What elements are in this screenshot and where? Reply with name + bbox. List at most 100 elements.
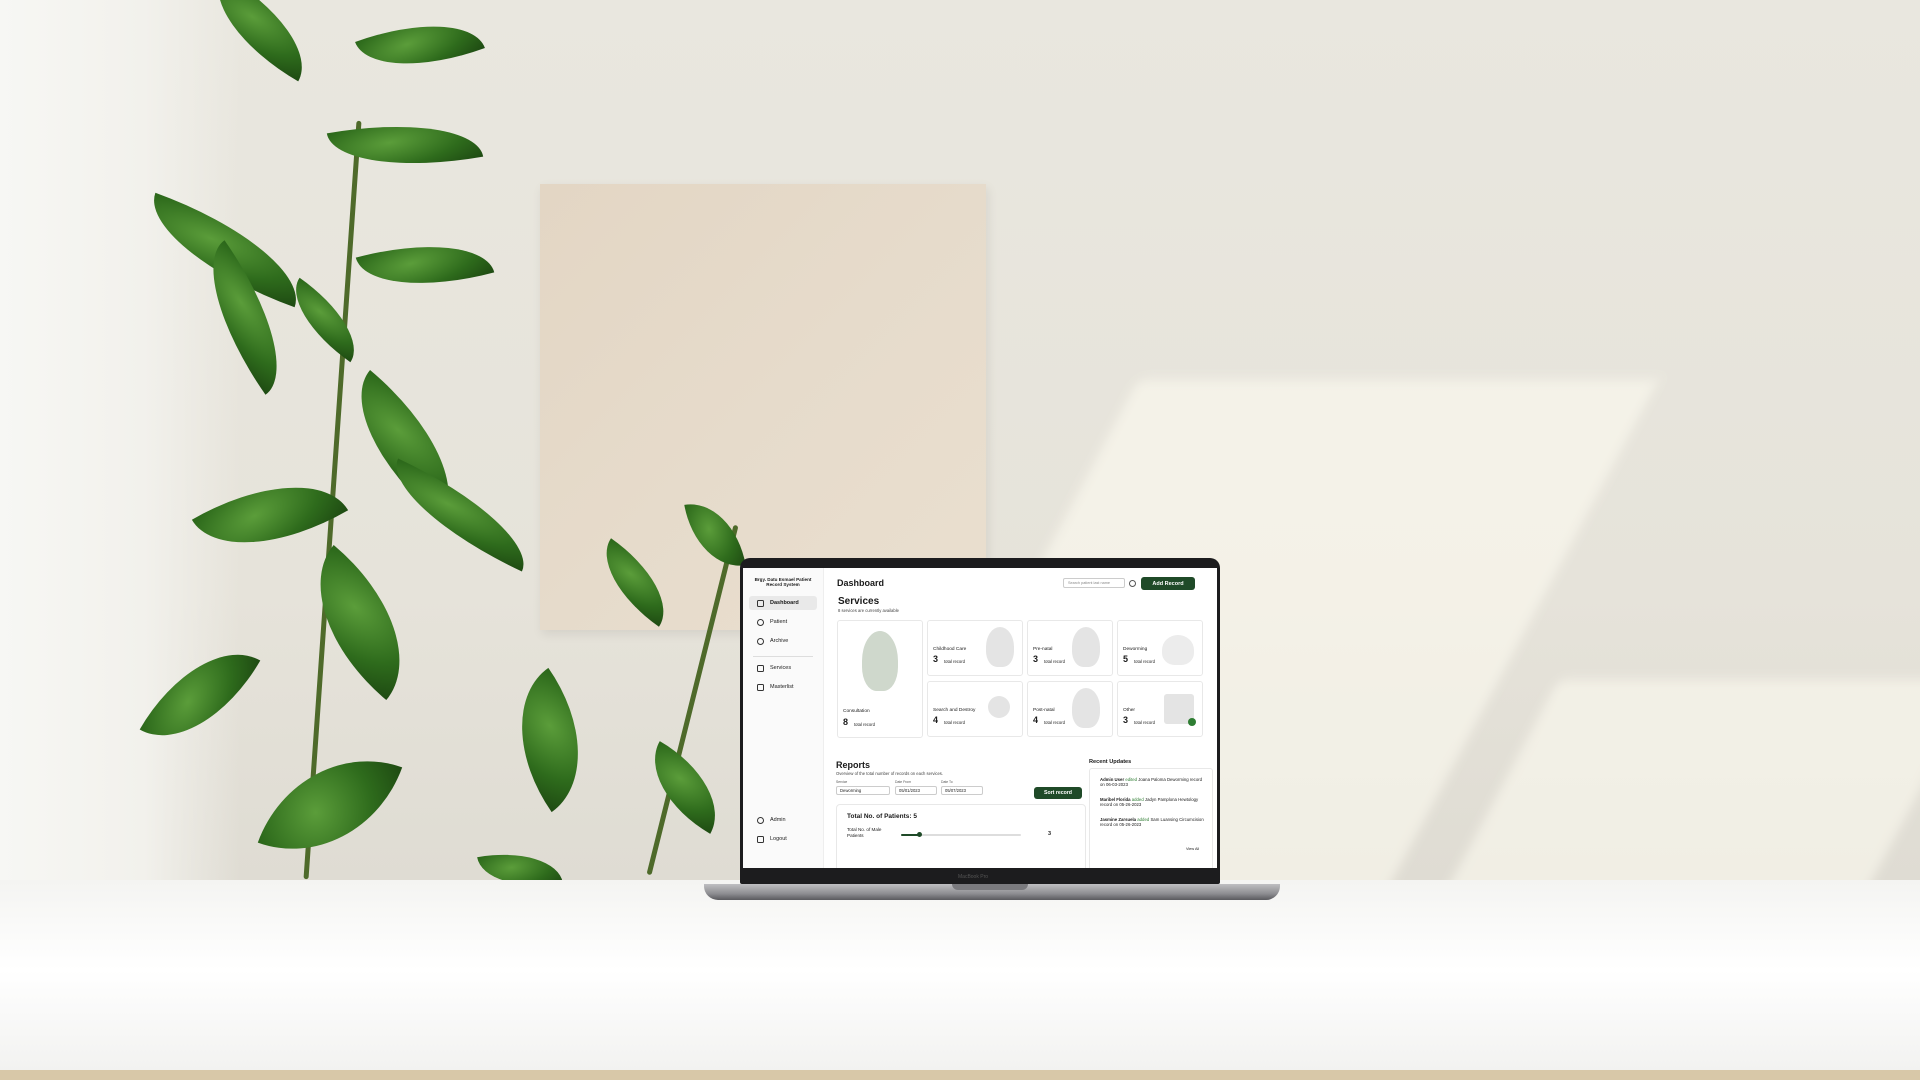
service-count: 3 bbox=[1123, 715, 1129, 725]
plus-icon[interactable] bbox=[1188, 718, 1196, 726]
record-suffix: total record bbox=[1044, 659, 1065, 664]
service-name: Consultation bbox=[843, 709, 870, 714]
total-patients-title: Total No. of Patients: 5 bbox=[847, 813, 917, 820]
service-count: 8 bbox=[843, 717, 849, 727]
sidebar-item-label: Dashboard bbox=[770, 600, 799, 606]
male-patients-value: 3 bbox=[1048, 831, 1052, 837]
sidebar-item-dashboard[interactable]: Dashboard bbox=[749, 596, 817, 610]
photo-scene: MacBook Pro Brgy. Datu Esmael Patient Re… bbox=[0, 0, 1920, 1080]
service-card-childhood-care[interactable]: Childhood Care 3 total record bbox=[927, 620, 1023, 676]
date-from-value: 05/01/2023 bbox=[899, 788, 920, 793]
service-name: Deworming bbox=[1123, 647, 1148, 652]
white-table bbox=[0, 880, 1920, 1080]
update-target: Sam Luansing bbox=[1150, 817, 1178, 822]
sidebar-item-label: Patient bbox=[770, 619, 788, 625]
sidebar-item-patient[interactable]: Patient bbox=[749, 615, 817, 629]
sidebar-item-admin[interactable]: Admin bbox=[749, 813, 817, 827]
service-filter-label: Service bbox=[836, 780, 848, 784]
pre-natal-illustration bbox=[1072, 627, 1100, 667]
service-name: Post-natal bbox=[1033, 708, 1055, 713]
curtain bbox=[0, 0, 240, 900]
home-icon bbox=[757, 599, 764, 607]
record-suffix: total record bbox=[1134, 720, 1155, 725]
grid-icon bbox=[757, 664, 764, 672]
sidebar-item-label: Admin bbox=[770, 817, 786, 823]
sidebar-item-label: Archive bbox=[770, 638, 789, 644]
record-suffix: total record bbox=[944, 720, 965, 725]
sidebar-divider bbox=[753, 656, 813, 657]
date-to-label: Date To bbox=[941, 780, 953, 784]
update-actor: Jasmine Zarsuela bbox=[1100, 817, 1137, 822]
update-actor: Admin User bbox=[1100, 777, 1125, 782]
recent-updates-panel: Admin User edited Joana Paloma Deworming… bbox=[1089, 768, 1213, 868]
service-select-value: Deworming bbox=[840, 788, 862, 793]
sidebar-item-services[interactable]: Services bbox=[749, 661, 817, 675]
male-patients-bar bbox=[901, 832, 1021, 837]
laptop-notch bbox=[952, 884, 1028, 890]
laptop-bezel-label: MacBook Pro bbox=[958, 874, 989, 880]
update-verb: edited bbox=[1125, 777, 1138, 782]
sidebar-item-logout[interactable]: Logout bbox=[749, 832, 817, 846]
update-verb: added bbox=[1137, 817, 1150, 822]
update-target: Jadyn Pamplona bbox=[1144, 797, 1177, 802]
services-title: Services bbox=[838, 596, 880, 607]
sidebar: Brgy. Datu Esmael Patient Record System … bbox=[743, 568, 824, 868]
sidebar-item-label: Masterlist bbox=[770, 684, 794, 690]
service-name: Search and Destroy bbox=[933, 708, 976, 713]
record-suffix: total record bbox=[1044, 720, 1065, 725]
list-item: Admin User edited Joana Paloma Deworming… bbox=[1100, 777, 1206, 788]
male-patients-label: Total No. of Male Patients bbox=[847, 827, 882, 838]
record-suffix: total record bbox=[854, 722, 875, 727]
service-name: Pre-natal bbox=[1033, 647, 1053, 652]
list-item: Maribel Florida added Jadyn Pamplona Hew… bbox=[1100, 797, 1206, 808]
update-target: Joana Paloma bbox=[1138, 777, 1166, 782]
reports-title: Reports bbox=[836, 760, 871, 770]
consultation-illustration bbox=[862, 631, 898, 691]
record-suffix: total record bbox=[1134, 659, 1155, 664]
date-from-field[interactable]: 05/01/2023 bbox=[895, 786, 937, 795]
service-name: Other bbox=[1123, 708, 1135, 713]
sidebar-item-label: Logout bbox=[770, 836, 787, 842]
sort-record-button[interactable]: Sort record bbox=[1034, 787, 1082, 799]
update-actor: Maribel Florida bbox=[1100, 797, 1131, 802]
magnifier-illustration bbox=[988, 696, 1010, 718]
recent-updates-title: Recent Updates bbox=[1089, 759, 1132, 765]
sidebar-item-archive[interactable]: Archive bbox=[749, 634, 817, 648]
service-select[interactable]: Deworming bbox=[836, 786, 890, 795]
service-card-pre-natal[interactable]: Pre-natal 3 total record bbox=[1027, 620, 1113, 676]
brand-title: Brgy. Datu Esmael Patient Record System bbox=[754, 577, 812, 587]
sidebar-item-label: Services bbox=[770, 665, 792, 671]
record-suffix: total record bbox=[944, 659, 965, 664]
user-circle-icon bbox=[757, 816, 764, 824]
table-edge bbox=[0, 1070, 1920, 1080]
services-subtitle: 8 services are currently available bbox=[838, 608, 899, 613]
add-record-button[interactable]: Add Record bbox=[1141, 577, 1195, 590]
search-icon[interactable] bbox=[1129, 580, 1136, 587]
service-count: 5 bbox=[1123, 654, 1129, 664]
service-count: 3 bbox=[1033, 654, 1039, 664]
view-all-link[interactable]: View All bbox=[1186, 847, 1199, 851]
update-verb: added bbox=[1131, 797, 1144, 802]
list-item: Jasmine Zarsuela added Sam Luansing Circ… bbox=[1100, 817, 1206, 828]
service-card-other[interactable]: Other 3 total record bbox=[1117, 681, 1203, 737]
service-card-post-natal[interactable]: Post-natal 4 total record bbox=[1027, 681, 1113, 737]
male-patients-bar-knob bbox=[916, 832, 922, 837]
service-card-deworming[interactable]: Deworming 5 total record bbox=[1117, 620, 1203, 676]
date-to-field[interactable]: 05/07/2023 bbox=[941, 786, 983, 795]
sidebar-item-masterlist[interactable]: Masterlist bbox=[749, 680, 817, 694]
deworming-illustration bbox=[1162, 635, 1194, 665]
search-input[interactable]: Search patient last name bbox=[1063, 578, 1125, 588]
post-natal-illustration bbox=[1072, 688, 1100, 728]
service-card-search-and-destroy[interactable]: Search and Destroy 4 total record bbox=[927, 681, 1023, 737]
patient-totals-panel: Total No. of Patients: 5 Total No. of Ma… bbox=[836, 804, 1086, 868]
service-card-consultation[interactable]: Consultation 8 total record bbox=[837, 620, 923, 738]
page-title: Dashboard bbox=[837, 578, 885, 588]
laptop-screen: Brgy. Datu Esmael Patient Record System … bbox=[743, 568, 1217, 868]
logout-icon bbox=[757, 835, 764, 843]
history-icon bbox=[757, 637, 764, 645]
childhood-care-illustration bbox=[986, 627, 1014, 667]
date-to-value: 05/07/2023 bbox=[945, 788, 966, 793]
users-icon bbox=[757, 618, 764, 626]
service-count: 4 bbox=[933, 715, 939, 725]
service-name: Childhood Care bbox=[933, 647, 967, 652]
